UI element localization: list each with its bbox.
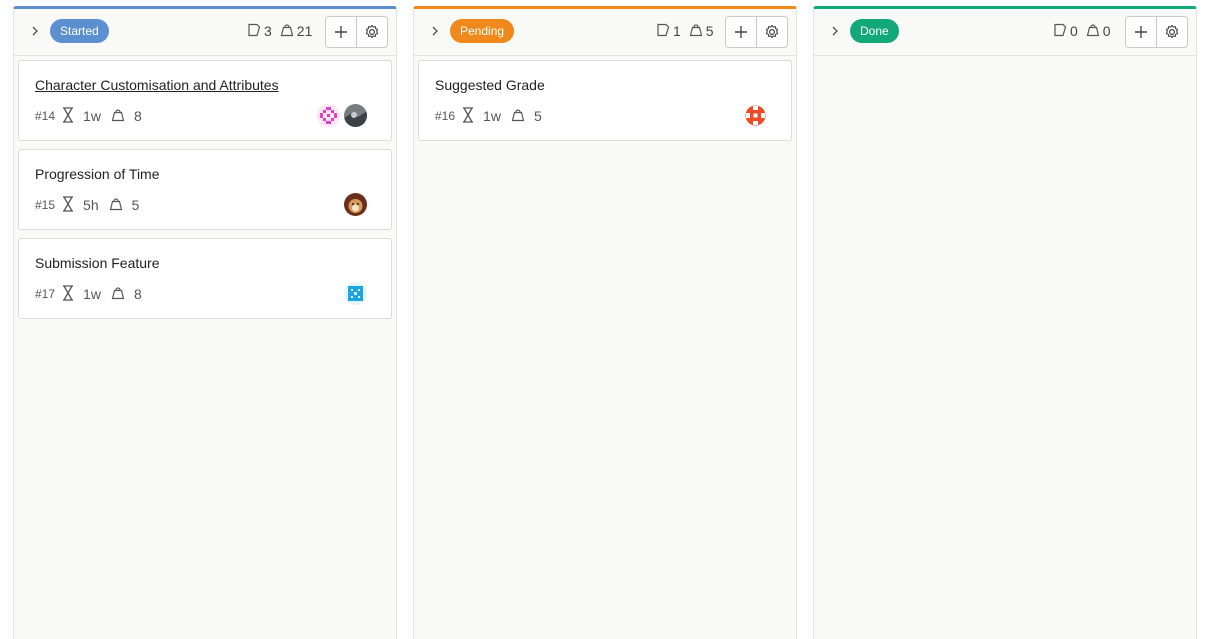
chevron-right-icon[interactable] xyxy=(28,23,42,39)
weight-count: 0 xyxy=(1102,23,1111,39)
issue-weight: 5 xyxy=(533,108,542,124)
status-badge: Started xyxy=(50,19,109,43)
card-meta: #14 1w 8 xyxy=(35,106,152,126)
card-meta: #17 1w 8 xyxy=(35,284,152,304)
card-title[interactable]: Submission Feature xyxy=(35,255,160,271)
issues-icon xyxy=(1053,23,1067,40)
card-title[interactable]: Suggested Grade xyxy=(435,77,545,93)
list-settings-button[interactable] xyxy=(356,17,387,47)
issue-weight: 8 xyxy=(133,108,142,124)
gear-icon xyxy=(366,24,379,39)
issue-card[interactable]: Suggested Grade #16 1w 5 xyxy=(418,60,792,141)
list-settings-button[interactable] xyxy=(756,17,787,47)
card-meta: #16 1w 5 xyxy=(435,106,552,126)
hourglass-icon xyxy=(62,284,74,304)
weight-icon xyxy=(511,108,525,125)
chevron-right-icon[interactable] xyxy=(828,23,842,39)
blue-identicon-avatar[interactable] xyxy=(344,282,367,305)
plus-icon xyxy=(735,26,748,38)
issue-number: #15 xyxy=(35,198,56,212)
list-header: Started 3 21 xyxy=(14,9,396,56)
add-issue-button[interactable] xyxy=(1126,17,1156,47)
issue-weight: 5 xyxy=(131,197,140,213)
status-badge: Done xyxy=(850,19,899,43)
list-actions xyxy=(1125,16,1188,48)
card-meta: #15 5h 5 xyxy=(35,195,149,215)
status-badge: Pending xyxy=(450,19,515,43)
time-estimate: 1w xyxy=(83,108,101,124)
issue-count: 1 xyxy=(673,23,681,39)
issue-card[interactable]: Character Customisation and Attributes #… xyxy=(18,60,392,141)
issue-count: 3 xyxy=(264,23,272,39)
gear-icon xyxy=(1166,24,1179,39)
weight-icon xyxy=(111,108,125,125)
assignees xyxy=(744,104,767,127)
time-estimate: 5h xyxy=(83,197,99,213)
issue-card[interactable]: Submission Feature #17 1w 8 xyxy=(18,238,392,319)
weight-icon xyxy=(111,286,125,303)
issue-number: #14 xyxy=(35,109,56,123)
issue-weight: 8 xyxy=(133,286,142,302)
add-issue-button[interactable] xyxy=(726,17,756,47)
card-title[interactable]: Progression of Time xyxy=(35,166,160,182)
card-title[interactable]: Character Customisation and Attributes xyxy=(35,77,279,93)
gear-icon xyxy=(766,24,779,39)
hourglass-icon xyxy=(62,106,74,126)
weight-icon xyxy=(689,23,703,40)
weight-icon xyxy=(109,197,123,214)
board-list-done: Done 0 0 xyxy=(813,6,1197,639)
plus-icon xyxy=(335,26,348,38)
assignees xyxy=(344,282,367,305)
issue-board: Started 3 21 Character Customisation and… xyxy=(0,0,1210,639)
weight-count: 5 xyxy=(705,23,714,39)
time-estimate: 1w xyxy=(83,286,101,302)
issue-number: #16 xyxy=(435,109,456,123)
photo-avatar[interactable] xyxy=(344,104,367,127)
issue-number: #17 xyxy=(35,287,56,301)
list-counts: 1 5 xyxy=(656,22,714,40)
hourglass-icon xyxy=(462,106,474,126)
list-counts: 0 0 xyxy=(1053,22,1111,40)
list-actions xyxy=(325,16,388,48)
time-estimate: 1w xyxy=(483,108,501,124)
plus-icon xyxy=(1135,26,1148,38)
list-header: Pending 1 5 xyxy=(414,9,796,56)
issue-card[interactable]: Progression of Time #15 5h 5 xyxy=(18,149,392,230)
pink-identicon-avatar[interactable] xyxy=(317,104,340,127)
board-list-pending: Pending 1 5 Suggested Grade #16 1w 5 xyxy=(413,6,797,639)
assignees xyxy=(317,104,367,127)
issue-count: 0 xyxy=(1070,23,1078,39)
weight-count: 21 xyxy=(296,23,313,39)
weight-icon xyxy=(1086,23,1100,40)
board-list-started: Started 3 21 Character Customisation and… xyxy=(13,6,397,639)
dog-photo-avatar[interactable] xyxy=(344,193,367,216)
add-issue-button[interactable] xyxy=(326,17,356,47)
list-header: Done 0 0 xyxy=(814,9,1196,56)
list-counts: 3 21 xyxy=(247,22,312,40)
red-identicon-avatar[interactable] xyxy=(744,104,767,127)
weight-icon xyxy=(280,23,294,40)
issues-icon xyxy=(247,23,261,40)
list-actions xyxy=(725,16,788,48)
hourglass-icon xyxy=(62,195,74,215)
issues-icon xyxy=(656,23,670,40)
chevron-right-icon[interactable] xyxy=(428,23,442,39)
list-settings-button[interactable] xyxy=(1156,17,1187,47)
assignees xyxy=(344,193,367,216)
